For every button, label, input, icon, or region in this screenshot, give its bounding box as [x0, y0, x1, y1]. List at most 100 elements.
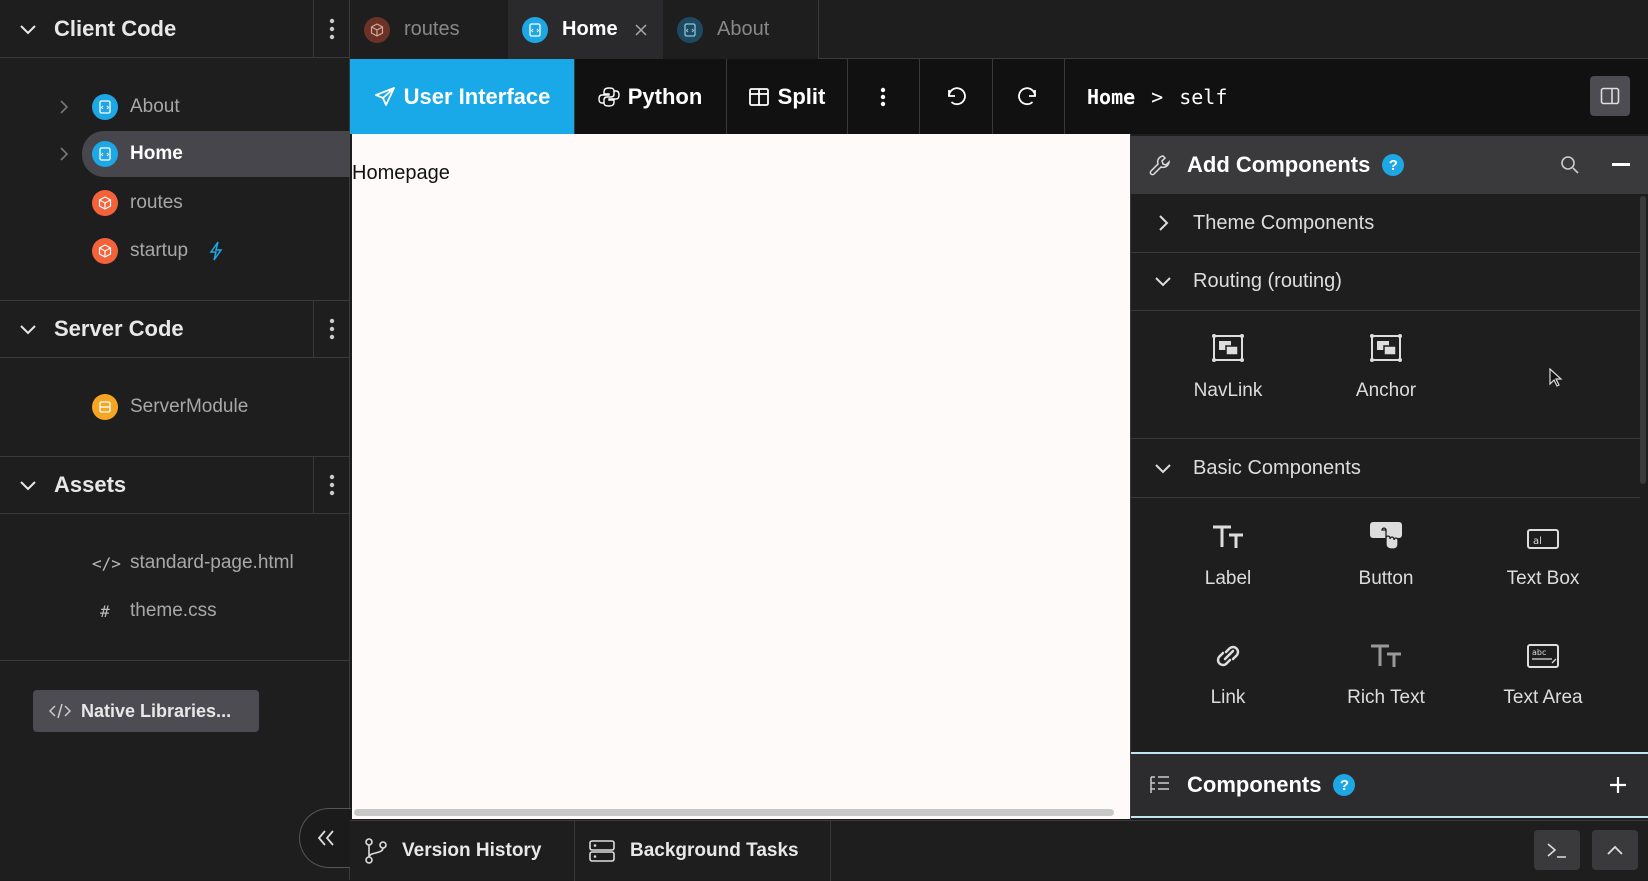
- chevron-right-icon[interactable]: [56, 146, 72, 162]
- bottom-bar: Version History Background Tasks: [350, 820, 1648, 881]
- tree-item-label: theme.css: [130, 600, 217, 621]
- horizontal-scrollbar[interactable]: [354, 809, 1114, 816]
- search-icon[interactable]: [1560, 155, 1580, 175]
- tab-about[interactable]: About: [663, 0, 819, 59]
- tree-item-routes[interactable]: routes: [0, 180, 350, 226]
- version-history-button[interactable]: Version History: [350, 821, 575, 881]
- section-title: Client Code: [54, 15, 177, 41]
- help-icon[interactable]: ?: [1333, 774, 1356, 796]
- tree-item-standard-page[interactable]: </> standard-page.html: [0, 540, 350, 586]
- component-label: NavLink: [1193, 380, 1263, 401]
- server-code-section-header[interactable]: Server Code: [0, 300, 350, 358]
- group-theme-components[interactable]: Theme Components: [1131, 194, 1640, 253]
- tree-item-label: Home: [130, 143, 183, 164]
- terminal-button[interactable]: [1534, 830, 1580, 870]
- svg-text:abc: abc: [1532, 648, 1546, 657]
- expand-bottom-panel-button[interactable]: [1592, 830, 1638, 870]
- module-icon: [364, 16, 390, 43]
- component-link[interactable]: Link: [1158, 629, 1298, 729]
- chevron-down-icon: [18, 19, 38, 39]
- tree-item-label: routes: [130, 192, 183, 213]
- group-basic-components[interactable]: Basic Components: [1131, 438, 1640, 498]
- undo-button[interactable]: [919, 59, 993, 134]
- split-label: Split: [777, 83, 826, 109]
- chevron-down-icon: [18, 475, 38, 495]
- user-interface-button[interactable]: User Interface: [350, 59, 575, 134]
- tree-item-label: startup: [130, 240, 189, 261]
- double-chevron-left-icon: [316, 829, 336, 847]
- redo-button[interactable]: [992, 59, 1065, 134]
- assets-section-header[interactable]: Assets: [0, 456, 350, 514]
- native-libraries-button[interactable]: Native Libraries...: [33, 690, 259, 732]
- form-icon: [92, 141, 118, 167]
- chevron-right-icon[interactable]: [56, 99, 72, 115]
- group-label: Routing (routing): [1193, 269, 1342, 292]
- chevron-right-icon: [1153, 213, 1173, 233]
- chevron-up-icon: [1606, 844, 1624, 856]
- rich-text-icon: [1369, 629, 1403, 669]
- breadcrumb-item[interactable]: self: [1179, 85, 1227, 109]
- collapse-sidebar-button[interactable]: [299, 808, 351, 868]
- component-label: Text Box: [1506, 568, 1580, 589]
- component-label: Label: [1204, 568, 1252, 589]
- tab-routes[interactable]: routes: [350, 0, 509, 59]
- hash-icon: #: [100, 601, 110, 621]
- group-routing[interactable]: Routing (routing): [1131, 252, 1640, 311]
- close-icon[interactable]: [634, 23, 648, 37]
- undo-icon: [944, 85, 968, 109]
- help-icon[interactable]: ?: [1382, 154, 1405, 176]
- python-button[interactable]: Python: [574, 59, 727, 134]
- tree-item-label: ServerModule: [130, 396, 249, 417]
- background-tasks-label: Background Tasks: [630, 840, 799, 861]
- vertical-scrollbar[interactable]: [1640, 196, 1646, 484]
- tree-item-startup[interactable]: startup: [0, 228, 350, 274]
- tree-item-about[interactable]: About: [0, 84, 350, 130]
- plus-icon[interactable]: [1608, 775, 1628, 795]
- more-options-button[interactable]: [847, 59, 920, 134]
- server-rack-icon: [588, 839, 616, 863]
- text-type-icon: [1211, 510, 1245, 550]
- split-button[interactable]: Split: [726, 59, 848, 134]
- chevron-down-icon: [1153, 271, 1173, 291]
- tab-home[interactable]: Home: [508, 0, 664, 59]
- breadcrumb-form[interactable]: Home: [1087, 85, 1135, 109]
- component-label: Rich Text: [1347, 687, 1425, 708]
- component-rich-text[interactable]: Rich Text: [1316, 629, 1456, 729]
- background-tasks-button[interactable]: Background Tasks: [574, 821, 831, 881]
- canvas-label[interactable]: Homepage: [352, 162, 450, 185]
- module-icon: [92, 190, 118, 216]
- kebab-menu-icon[interactable]: [313, 0, 350, 58]
- section-title: Assets: [54, 472, 127, 497]
- minimize-icon[interactable]: [1612, 163, 1630, 167]
- python-icon: [598, 86, 620, 108]
- tree-item-theme-css[interactable]: # theme.css: [0, 588, 350, 634]
- component-label-widget[interactable]: Label: [1158, 510, 1298, 610]
- split-view-icon: [748, 87, 770, 107]
- component-text-box[interactable]: al Text Box: [1473, 510, 1613, 610]
- breadcrumb: Home > self: [1087, 59, 1227, 134]
- component-text-area[interactable]: abc Text Area: [1473, 629, 1613, 729]
- component-label: Link: [1210, 687, 1246, 708]
- kebab-menu-icon[interactable]: [313, 456, 350, 514]
- components-panel-header: Components ?: [1131, 752, 1648, 818]
- tab-bar: routes Home About: [350, 0, 1648, 59]
- section-title: Server Code: [54, 316, 184, 341]
- design-canvas[interactable]: [352, 134, 1130, 819]
- tree-item-home[interactable]: Home: [60, 131, 350, 177]
- python-label: Python: [627, 83, 703, 109]
- kebab-menu-icon[interactable]: [313, 300, 350, 358]
- client-code-section-header[interactable]: Client Code: [0, 0, 350, 58]
- tree-list-icon: [1149, 775, 1171, 795]
- component-navlink[interactable]: NavLink: [1158, 322, 1298, 422]
- tree-item-servermodule[interactable]: ServerModule: [0, 384, 350, 430]
- breadcrumb-separator: >: [1151, 84, 1164, 109]
- form-icon: [522, 16, 548, 43]
- toggle-properties-panel-button[interactable]: [1590, 76, 1630, 116]
- native-libraries-label: Native Libraries...: [81, 700, 232, 721]
- component-label: Text Area: [1503, 687, 1583, 708]
- component-anchor[interactable]: Anchor: [1316, 322, 1456, 422]
- tree-item-label: About: [130, 96, 180, 117]
- svg-text:al: al: [1533, 536, 1542, 547]
- anchor-icon: [1370, 322, 1402, 362]
- component-button[interactable]: Button: [1316, 510, 1456, 610]
